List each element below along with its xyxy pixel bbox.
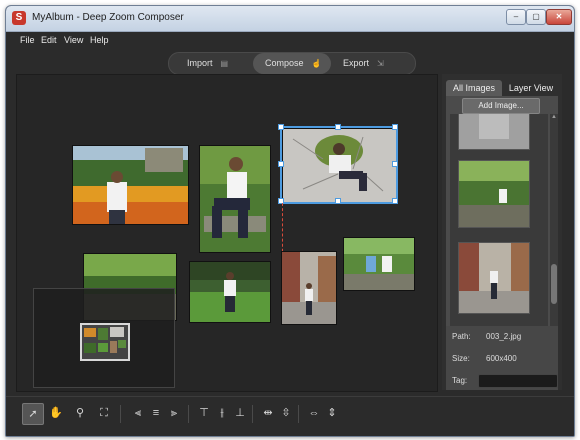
toolbar-divider	[298, 405, 299, 423]
minimize-button[interactable]: –	[506, 9, 526, 25]
thumbnail-item[interactable]	[458, 242, 530, 314]
mode-import-label: Import	[187, 58, 213, 68]
align-top-icon[interactable]: ⊤	[194, 403, 214, 423]
resize-handle[interactable]	[392, 161, 398, 167]
photo-lawn[interactable]	[189, 261, 271, 323]
thumbnail-image	[459, 114, 529, 149]
compose-icon: ☝	[311, 59, 322, 68]
select-icon[interactable]: ➚	[22, 403, 44, 425]
close-button[interactable]: ✕	[546, 9, 572, 25]
scrollbar-thumb[interactable]	[551, 264, 557, 304]
tab-all-images[interactable]: All Images	[446, 80, 502, 96]
menu-help[interactable]: Help	[90, 35, 109, 45]
mode-compose-button[interactable]: Compose ☝	[253, 53, 331, 74]
align-center-icon[interactable]: ≡	[146, 403, 166, 423]
thumbnail-scrollbar[interactable]: ▲ ▼	[550, 114, 558, 346]
toolbar-divider	[188, 405, 189, 423]
resize-handle[interactable]	[392, 198, 398, 204]
path-label: Path:	[452, 332, 471, 341]
tag-label: Tag:	[452, 376, 468, 385]
resize-handle[interactable]	[278, 161, 284, 167]
distribute-horizontal-icon[interactable]: ⇹	[258, 403, 278, 423]
menu-view[interactable]: View	[64, 35, 83, 45]
thumbnail-item[interactable]	[458, 114, 530, 150]
thumbnail-image	[459, 243, 529, 313]
mode-export-button[interactable]: Export ⇲	[343, 53, 407, 74]
size-label: Size:	[452, 354, 470, 363]
resize-handle[interactable]	[335, 124, 341, 130]
same-height-icon[interactable]: ⇕	[322, 403, 342, 423]
selection-frame	[280, 126, 398, 204]
align-middle-icon[interactable]: ⫲	[212, 403, 232, 423]
photo-couple[interactable]	[343, 237, 415, 291]
resize-handle[interactable]	[392, 124, 398, 130]
mode-import-button[interactable]: Import ▤	[187, 53, 251, 74]
toolbar-divider	[252, 405, 253, 423]
resize-handle[interactable]	[278, 124, 284, 130]
thumbnail-list[interactable]	[450, 114, 548, 346]
align-left-icon[interactable]: ⫷	[128, 403, 148, 423]
photo-street[interactable]	[281, 251, 337, 325]
photo-street-image	[282, 252, 336, 324]
app-logo-icon: S	[12, 11, 26, 25]
thumbnail-item[interactable]	[458, 160, 530, 228]
composition-canvas[interactable]	[16, 74, 438, 392]
fit-view-icon[interactable]: ⛶	[94, 403, 114, 423]
photo-couple-image	[344, 238, 414, 290]
menu-file[interactable]: File	[20, 35, 35, 45]
menu-bar: File Edit View Help	[6, 32, 574, 50]
title-bar: S MyAlbum - Deep Zoom Composer – ▢ ✕	[6, 6, 574, 32]
window-title: MyAlbum - Deep Zoom Composer	[32, 12, 184, 23]
photo-bench[interactable]	[199, 145, 271, 253]
pan-hand-icon[interactable]: ✋	[46, 403, 66, 423]
photo-lawn-image	[190, 262, 270, 322]
mode-export-label: Export	[343, 58, 370, 68]
navigator-viewport[interactable]	[80, 323, 130, 361]
mode-switcher: Import ▤ Compose ☝ Export ⇲	[168, 52, 416, 75]
menu-edit[interactable]: Edit	[41, 35, 57, 45]
distribute-vertical-icon[interactable]: ⇳	[276, 403, 296, 423]
photo-flowers[interactable]	[72, 145, 189, 225]
align-bottom-icon[interactable]: ⊥	[230, 403, 250, 423]
align-right-icon[interactable]: ⫸	[164, 403, 184, 423]
export-icon: ⇲	[377, 59, 384, 68]
scroll-up-icon[interactable]: ▲	[551, 114, 557, 122]
add-image-button[interactable]: Add Image...	[462, 98, 540, 114]
resize-handle[interactable]	[335, 198, 341, 204]
resize-handle[interactable]	[278, 198, 284, 204]
navigator-minimap	[84, 327, 126, 353]
thumbnail-image	[459, 161, 529, 227]
tab-layer-view[interactable]: Layer View	[504, 80, 558, 96]
toolbar-divider	[120, 405, 121, 423]
maximize-button[interactable]: ▢	[526, 9, 546, 25]
photo-flowers-image	[73, 146, 188, 224]
zoom-icon[interactable]: ⚲	[70, 403, 90, 423]
size-value: 600x400	[486, 354, 517, 363]
mode-compose-label: Compose	[265, 58, 304, 68]
tag-input[interactable]	[478, 374, 558, 388]
navigator-panel[interactable]	[33, 288, 175, 388]
image-library-panel: All Images Layer View Add Image... ▲ Pat…	[442, 74, 562, 390]
same-width-icon[interactable]: ⇔	[304, 403, 324, 423]
bottom-toolbar: ➚ ✋ ⚲ ⛶ ⫷ ≡ ⫸ ⊤ ⫲ ⊥ ⇹ ⇳ ⇔ ⇕	[6, 396, 574, 436]
import-icon: ▤	[220, 59, 229, 68]
photo-bench-image	[200, 146, 270, 252]
app-window: S MyAlbum - Deep Zoom Composer – ▢ ✕ Fil…	[5, 5, 575, 437]
path-value: 003_2.jpg	[486, 332, 522, 341]
